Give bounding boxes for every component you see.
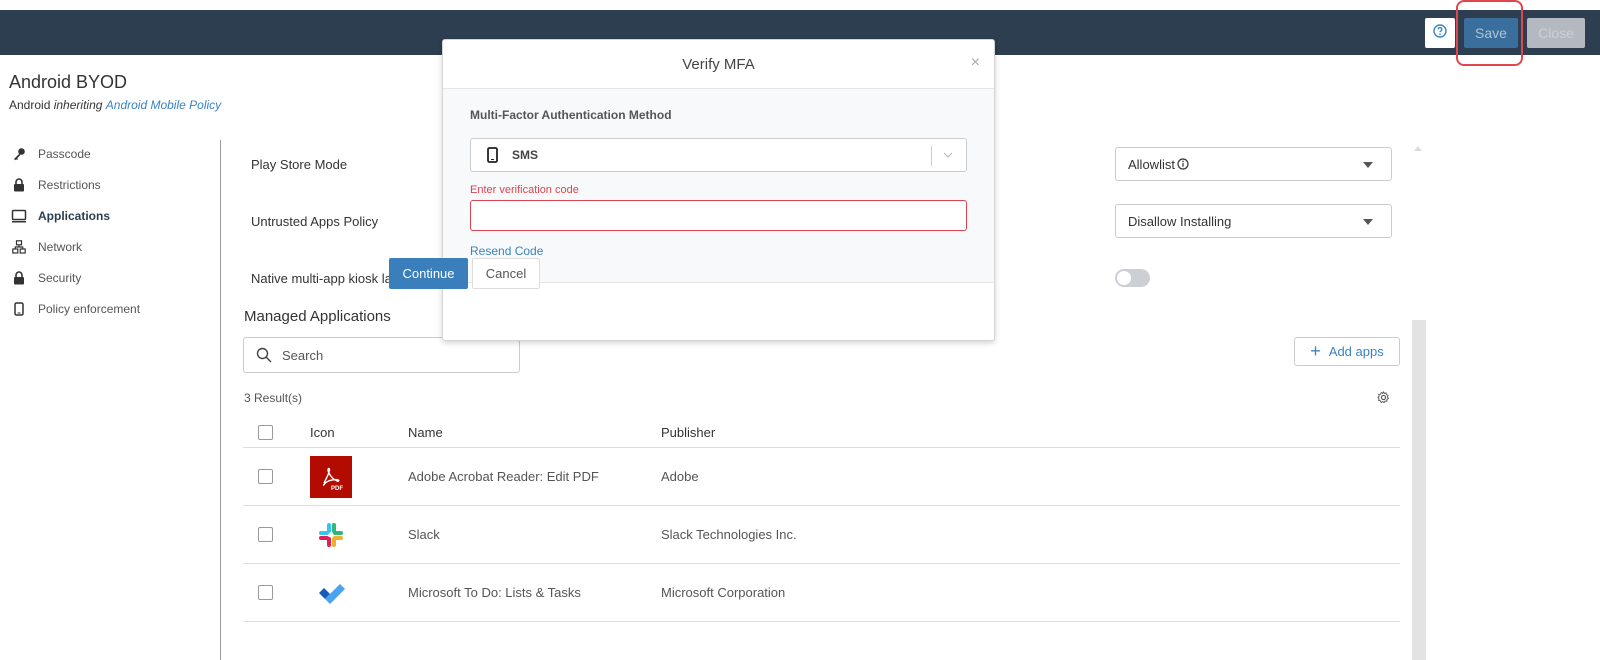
- network-icon: [10, 239, 28, 255]
- verification-code-label: Enter verification code: [470, 184, 579, 196]
- page-subtitle: Android inheriting Android Mobile Policy: [9, 98, 221, 112]
- app-name: Slack: [408, 527, 440, 542]
- mfa-method-value: SMS: [512, 148, 539, 162]
- gear-icon[interactable]: [1377, 391, 1390, 409]
- sidebar-item-label: Policy enforcement: [38, 301, 141, 316]
- sidebar-item-network[interactable]: Network: [0, 231, 220, 262]
- app-publisher: Slack Technologies Inc.: [661, 527, 797, 542]
- sidebar-item-applications[interactable]: Applications: [0, 200, 220, 231]
- chevron-down-icon[interactable]: [942, 149, 954, 164]
- sidebar-item-label: Passcode: [38, 146, 91, 161]
- sidebar-item-passcode[interactable]: Passcode: [0, 138, 220, 169]
- scroll-up-arrow[interactable]: [1414, 146, 1422, 151]
- plus-icon: +: [1310, 341, 1321, 361]
- column-header-publisher[interactable]: Publisher: [661, 425, 715, 440]
- verify-mfa-modal: Verify MFA × Multi-Factor Authentication…: [442, 39, 995, 341]
- page-title: Android BYOD: [9, 72, 128, 92]
- kiosk-launcher-toggle[interactable]: [1115, 269, 1150, 287]
- key-icon: [10, 146, 28, 162]
- app-publisher: Microsoft Corporation: [661, 585, 786, 600]
- sidebar-item-label: Applications: [38, 208, 111, 223]
- top-strip: [0, 0, 1600, 10]
- adobe-acrobat-icon: PDF: [310, 455, 352, 498]
- table-header: Icon Name Publisher: [243, 418, 1400, 448]
- verification-code-input[interactable]: [470, 200, 967, 231]
- untrusted-apps-select[interactable]: Disallow Installing: [1115, 204, 1392, 238]
- column-header-icon: Icon: [310, 425, 335, 440]
- sidebar-item-label: Network: [38, 239, 83, 254]
- scrollbar[interactable]: [1412, 320, 1426, 660]
- info-icon[interactable]: [1177, 158, 1189, 170]
- phone-icon: [10, 301, 28, 317]
- lock-icon: [10, 177, 28, 193]
- untrusted-apps-label: Untrusted Apps Policy: [251, 214, 379, 229]
- table-row[interactable]: Microsoft To Do: Lists & Tasks Microsoft…: [243, 564, 1400, 622]
- table-row[interactable]: PDF Adobe Acrobat Reader: Edit PDF Adobe: [243, 448, 1400, 506]
- app-publisher: Adobe: [661, 469, 699, 484]
- lock-icon: [10, 270, 28, 286]
- caret-down-icon: [1363, 162, 1373, 168]
- close-icon[interactable]: ×: [971, 54, 980, 72]
- svg-text:PDF: PDF: [331, 486, 343, 492]
- untrusted-apps-value: Disallow Installing: [1128, 213, 1232, 229]
- managed-applications-title: Managed Applications: [244, 308, 391, 325]
- modal-header: Verify MFA ×: [443, 40, 994, 89]
- phone-icon: [487, 147, 498, 163]
- sidebar-divider: [220, 140, 221, 660]
- app-name: Microsoft To Do: Lists & Tasks: [408, 585, 581, 600]
- question-circle-icon: [1433, 23, 1447, 43]
- help-button[interactable]: [1425, 18, 1455, 48]
- search-icon: [256, 347, 272, 363]
- search-placeholder: Search: [282, 347, 324, 363]
- play-store-mode-select[interactable]: Allowlist: [1115, 147, 1392, 181]
- cancel-button[interactable]: Cancel: [472, 258, 540, 289]
- sidebar-item-label: Security: [38, 270, 82, 285]
- select-separator: [931, 146, 932, 166]
- sidebar-item-label: Restrictions: [38, 177, 101, 192]
- play-store-mode-label: Play Store Mode: [251, 157, 348, 172]
- sidebar-item-restrictions[interactable]: Restrictions: [0, 169, 220, 200]
- results-count: 3 Result(s): [244, 391, 303, 405]
- sidebar-item-policy-enforcement[interactable]: Policy enforcement: [0, 293, 220, 324]
- close-button: Close: [1527, 18, 1585, 48]
- search-input[interactable]: Search: [243, 337, 520, 373]
- app-name: Adobe Acrobat Reader: Edit PDF: [408, 469, 599, 484]
- table-row[interactable]: Slack Slack Technologies Inc.: [243, 506, 1400, 564]
- add-apps-label: Add apps: [1328, 344, 1384, 359]
- mfa-method-select[interactable]: SMS: [470, 138, 967, 172]
- microsoft-todo-icon: [310, 572, 352, 614]
- add-apps-button[interactable]: + Add apps: [1294, 337, 1400, 366]
- save-button[interactable]: Save: [1464, 18, 1518, 48]
- modal-title: Verify MFA: [682, 55, 755, 73]
- caret-down-icon: [1363, 219, 1373, 225]
- modal-body: Multi-Factor Authentication Method SMS E…: [443, 89, 994, 283]
- toggle-knob: [1117, 271, 1131, 285]
- monitor-icon: [10, 208, 28, 224]
- inheriting-label: inheriting: [53, 98, 103, 112]
- parent-policy-link[interactable]: Android Mobile Policy: [106, 98, 221, 112]
- platform-label: Android: [9, 98, 51, 112]
- select-all-checkbox[interactable]: [258, 425, 273, 440]
- slack-icon: [310, 514, 352, 556]
- row-checkbox[interactable]: [258, 469, 273, 484]
- row-checkbox[interactable]: [258, 585, 273, 600]
- row-checkbox[interactable]: [258, 527, 273, 542]
- play-store-mode-value: Allowlist: [1128, 156, 1175, 172]
- column-header-name[interactable]: Name: [408, 425, 443, 440]
- sidebar-nav: Passcode Restrictions Applications Netwo…: [0, 138, 220, 324]
- continue-button[interactable]: Continue: [389, 258, 468, 289]
- mfa-method-label: Multi-Factor Authentication Method: [470, 108, 672, 122]
- sidebar-item-security[interactable]: Security: [0, 262, 220, 293]
- resend-code-link[interactable]: Resend Code: [470, 244, 543, 258]
- apps-table: Icon Name Publisher PDF Adobe Acrobat Re…: [243, 418, 1400, 622]
